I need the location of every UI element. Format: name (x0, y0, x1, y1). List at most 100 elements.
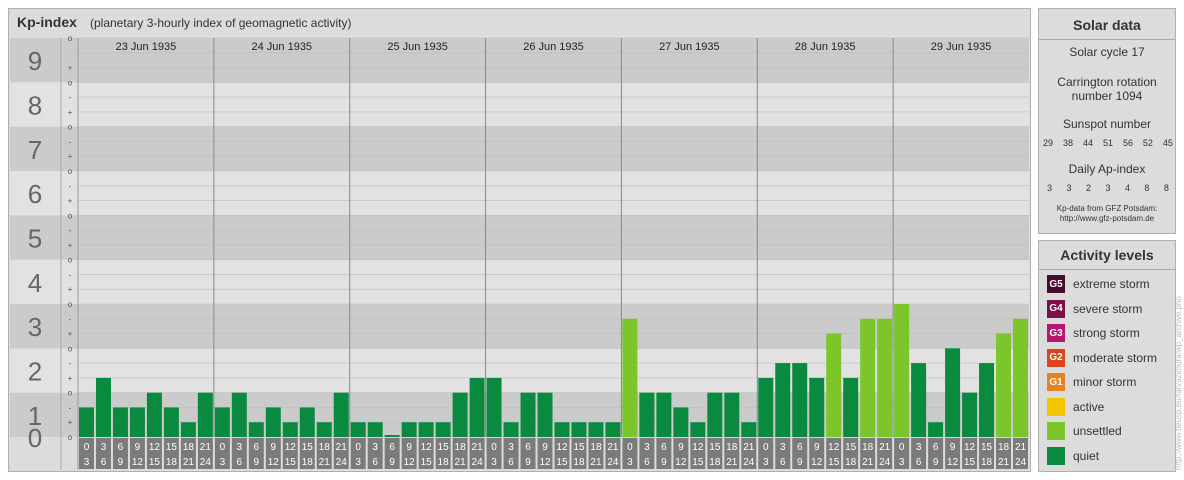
kp-bar (384, 435, 400, 437)
kp-bar (826, 333, 842, 437)
sunspot-value: 44 (1082, 138, 1093, 148)
legend-label: unsettled (1073, 424, 1122, 438)
time-slot-start: 21 (607, 442, 619, 453)
kp-bar (265, 407, 281, 437)
time-slot-start: 9 (135, 442, 141, 453)
time-slot-start: 3 (644, 442, 650, 453)
time-slot-end: 18 (302, 457, 314, 468)
time-slot-end: 9 (933, 457, 939, 468)
kp-bar (996, 333, 1012, 437)
time-slot-start: 0 (763, 442, 769, 453)
day-label: 24 Jun 1935 (252, 41, 313, 53)
ap-value: 2 (1085, 183, 1091, 193)
sub-tick-label: - (69, 93, 72, 102)
time-slot-start: 21 (200, 442, 212, 453)
time-slot-start: 3 (237, 442, 243, 453)
kp-bar (588, 422, 604, 437)
time-slot-end: 9 (389, 457, 395, 468)
sunspot-value: 52 (1142, 138, 1153, 148)
legend-item: G5 extreme storm (1047, 275, 1150, 293)
activity-levels-panel: Activity levels G5 extreme storm G4 severe … (1038, 240, 1176, 472)
activity-levels-title: Activity levels (1060, 247, 1154, 263)
sunspot-title: Sunspot number (1062, 117, 1152, 131)
time-slot-start: 0 (220, 442, 226, 453)
kp-bar (282, 422, 298, 437)
time-slot-end: 12 (811, 457, 823, 468)
time-slot-start: 9 (271, 442, 277, 453)
day-label: 23 Jun 1935 (116, 41, 177, 53)
kp-bar (605, 422, 621, 437)
time-slot-start: 18 (183, 442, 195, 453)
time-slot-start: 15 (166, 442, 178, 453)
sub-tick-label: o (68, 256, 73, 265)
legend-label: moderate storm (1073, 350, 1158, 365)
time-slot-end: 24 (879, 457, 891, 468)
time-slot-end: 6 (780, 457, 786, 468)
time-slot-end: 18 (438, 457, 450, 468)
ap-value: 8 (1163, 183, 1169, 193)
time-slot-start: 18 (726, 442, 738, 453)
legend-swatch: G1 (1047, 373, 1065, 391)
time-slot-end: 9 (797, 457, 803, 468)
kp-bar (350, 422, 366, 437)
sub-tick-label: - (69, 403, 72, 412)
kp-bar (163, 407, 179, 437)
time-slot-start: 12 (828, 442, 840, 453)
kp-bar (469, 377, 485, 437)
time-slot-start: 6 (661, 442, 667, 453)
y-tick-label: 8 (28, 91, 42, 121)
time-slot-end: 21 (455, 457, 467, 468)
kp-bar (707, 392, 723, 437)
time-slot-end: 3 (899, 457, 905, 468)
ap-value: 3 (1066, 183, 1072, 193)
time-slot-start: 15 (573, 442, 585, 453)
legend-item: active (1047, 397, 1105, 416)
time-slot-start: 18 (455, 442, 467, 453)
legend-label: minor storm (1073, 375, 1137, 389)
sunspot-value: 29 (1043, 138, 1054, 148)
time-slot-start: 12 (285, 442, 297, 453)
ap-value: 3 (1047, 183, 1053, 193)
time-slot-end: 6 (372, 457, 378, 468)
time-slot-end: 6 (916, 457, 922, 468)
time-slot-end: 15 (828, 457, 840, 468)
time-slot-end: 12 (675, 457, 687, 468)
legend-swatch (1047, 422, 1065, 440)
time-slot-start: 21 (879, 442, 891, 453)
sub-tick-label: - (69, 315, 72, 324)
sub-tick-label: o (68, 433, 73, 442)
source-link[interactable]: http://www.gfz-potsdam.de (1039, 214, 1175, 224)
sunspot-values: 29 38 44 51 56 52 45 (1043, 138, 1173, 148)
time-slot-end: 9 (525, 457, 531, 468)
sub-tick-label: + (68, 418, 73, 427)
kp-bar (367, 422, 383, 437)
solar-data-panel: Solar data Solar cycle 17 Carrington rot… (1038, 8, 1176, 234)
y-tick-label: 1 (28, 401, 42, 431)
time-slot-end: 6 (237, 457, 243, 468)
legend-label: extreme storm (1073, 277, 1150, 291)
legend-label: active (1073, 399, 1105, 414)
legend-swatch: G4 (1047, 299, 1065, 318)
time-slot-start: 21 (743, 442, 755, 453)
time-slot-end: 3 (627, 457, 633, 468)
kp-bar (299, 407, 315, 437)
time-slot-end: 3 (355, 457, 361, 468)
kp-band (10, 348, 1029, 393)
sub-tick-label: - (69, 226, 72, 235)
time-slot-end: 21 (319, 457, 331, 468)
time-slot-start: 12 (964, 442, 976, 453)
kp-bar (656, 392, 672, 437)
sub-tick-label: + (68, 197, 73, 206)
kp-bar (792, 363, 808, 437)
kp-chart: 0123456789+o+o-+o-+o-+o-+o-+o-+o-+o-o23 … (10, 34, 1029, 470)
time-slot-start: 0 (491, 442, 497, 453)
sub-tick-label: o (68, 123, 73, 132)
kp-bar (775, 363, 791, 437)
y-tick-label: 4 (28, 268, 42, 298)
time-slot-end: 21 (998, 457, 1010, 468)
kp-bar (537, 392, 553, 437)
time-slot-end: 24 (472, 457, 484, 468)
time-slot-start: 18 (319, 442, 331, 453)
time-slot-start: 0 (899, 442, 905, 453)
time-slot-start: 6 (525, 442, 531, 453)
